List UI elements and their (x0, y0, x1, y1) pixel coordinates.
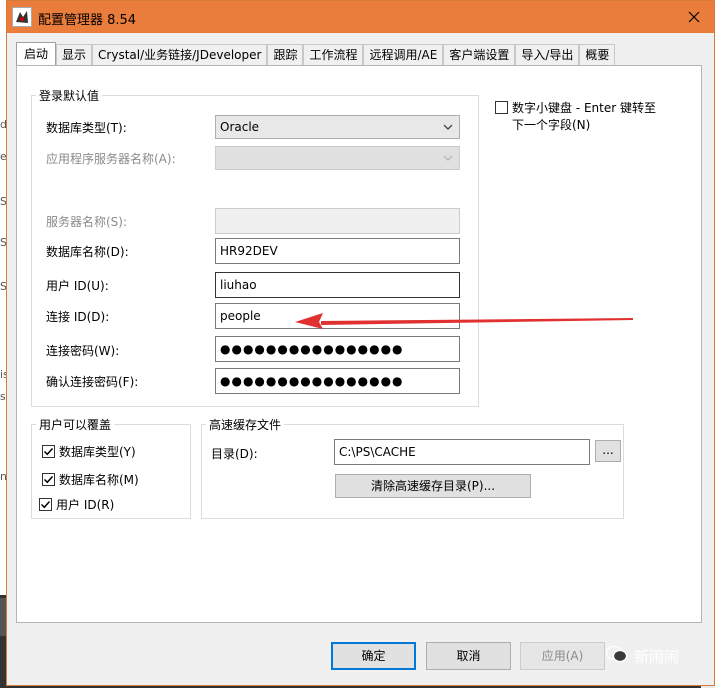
user-id-field[interactable]: liuhao (215, 272, 460, 298)
tab-client-setup[interactable]: 客户端设置 (443, 44, 516, 66)
cache-dir-field[interactable]: C:\PS\CACHE (334, 439, 590, 465)
wechat-icon (605, 645, 628, 667)
close-button[interactable] (674, 1, 714, 33)
numpad-enter-checkbox[interactable]: 数字小键盘 - Enter 键转至 (495, 99, 656, 116)
connect-password-field[interactable]: ●●●●●●●●●●●●●●●● (215, 336, 460, 362)
tab-strip: 启动 显示 Crystal/业务链接/JDeveloper 跟踪 工作流程 远程… (16, 42, 616, 66)
confirm-password-label: 确认连接密码(F): (46, 375, 139, 389)
checkbox-box (39, 498, 52, 511)
checkmark-icon (40, 500, 51, 509)
apply-button: 应用(A) (520, 642, 605, 670)
cache-dir-label: 目录(D): (211, 447, 258, 461)
tab-import-export[interactable]: 导入/导出 (515, 44, 580, 66)
connect-id-label: 连接 ID(D): (46, 310, 110, 324)
override-user-id-label: 用户 ID(R) (56, 498, 115, 512)
checkmark-icon (43, 447, 54, 456)
title-bar[interactable]: 配置管理器 8.54 (7, 1, 714, 33)
group-label: 用户可以覆盖 (36, 416, 115, 433)
db-name-field[interactable]: HR92DEV (215, 238, 460, 264)
override-user-id-checkbox[interactable]: 用户 ID(R) (39, 496, 114, 513)
db-name-label: 数据库名称(D): (46, 245, 129, 259)
annotation-arrow-icon (295, 313, 633, 329)
override-db-name-checkbox[interactable]: 数据库名称(M) (42, 471, 139, 488)
watermark: 新闹闹 (605, 645, 680, 667)
user-override-group: 用户可以覆盖 数据库类型(Y) 数据库名称(M) 用户 ID(R) (31, 416, 191, 519)
group-label: 高速缓存文件 (206, 416, 285, 433)
purge-cache-button[interactable]: 清除高速缓存目录(P)... (335, 474, 531, 498)
override-db-type-label: 数据库类型(Y) (59, 445, 136, 459)
tab-display[interactable]: 显示 (56, 44, 93, 66)
override-db-type-checkbox[interactable]: 数据库类型(Y) (42, 443, 136, 460)
app-server-label: 应用程序服务器名称(A): (46, 152, 176, 166)
tab-crystal[interactable]: Crystal/业务链接/JDeveloper (92, 44, 268, 66)
server-name-field (215, 208, 460, 234)
tab-panel-startup: 登录默认值 数据库类型(T): Oracle 应用程序服务器名称(A): 服务器… (16, 65, 702, 623)
background-text: s (0, 390, 6, 403)
tab-remote-call[interactable]: 远程调用/AE (363, 44, 444, 66)
override-db-name-label: 数据库名称(M) (59, 473, 139, 487)
cancel-button[interactable]: 取消 (426, 642, 511, 670)
close-icon (688, 11, 700, 23)
server-name-label: 服务器名称(S): (46, 215, 128, 229)
tab-profile[interactable]: 概要 (579, 44, 616, 66)
group-label: 登录默认值 (36, 87, 103, 104)
chevron-down-icon (443, 147, 453, 169)
chevron-down-icon (443, 116, 453, 138)
login-defaults-group: 登录默认值 数据库类型(T): Oracle 应用程序服务器名称(A): 服务器… (31, 87, 479, 407)
watermark-text: 新闹闹 (634, 647, 680, 666)
checkbox-box (495, 101, 508, 114)
numpad-enter-label: 数字小键盘 - Enter 键转至 (512, 101, 656, 115)
db-type-value: Oracle (220, 120, 260, 134)
window-title: 配置管理器 8.54 (38, 13, 137, 28)
tab-trace[interactable]: 跟踪 (267, 44, 304, 66)
ok-button[interactable]: 确定 (331, 642, 416, 670)
tab-startup[interactable]: 启动 (16, 42, 57, 66)
app-server-select (215, 146, 460, 170)
db-type-label: 数据库类型(T): (46, 121, 127, 135)
connect-password-label: 连接密码(W): (46, 344, 120, 358)
user-id-label: 用户 ID(U): (46, 279, 109, 293)
checkmark-icon (43, 475, 54, 484)
checkbox-box (42, 473, 55, 486)
config-manager-dialog: 配置管理器 8.54 启动 显示 Crystal/业务链接/JDeveloper… (6, 0, 715, 686)
app-icon (12, 7, 32, 27)
confirm-password-field[interactable]: ●●●●●●●●●●●●●●●● (215, 368, 460, 394)
db-type-select[interactable]: Oracle (215, 115, 460, 139)
numpad-enter-label-2: 下一个字段(N) (512, 118, 591, 132)
cache-files-group: 高速缓存文件 目录(D): C:\PS\CACHE ... 清除高速缓存目录(P… (201, 416, 624, 519)
checkbox-box (42, 445, 55, 458)
browse-button[interactable]: ... (595, 440, 621, 462)
tab-workflow[interactable]: 工作流程 (303, 44, 364, 66)
